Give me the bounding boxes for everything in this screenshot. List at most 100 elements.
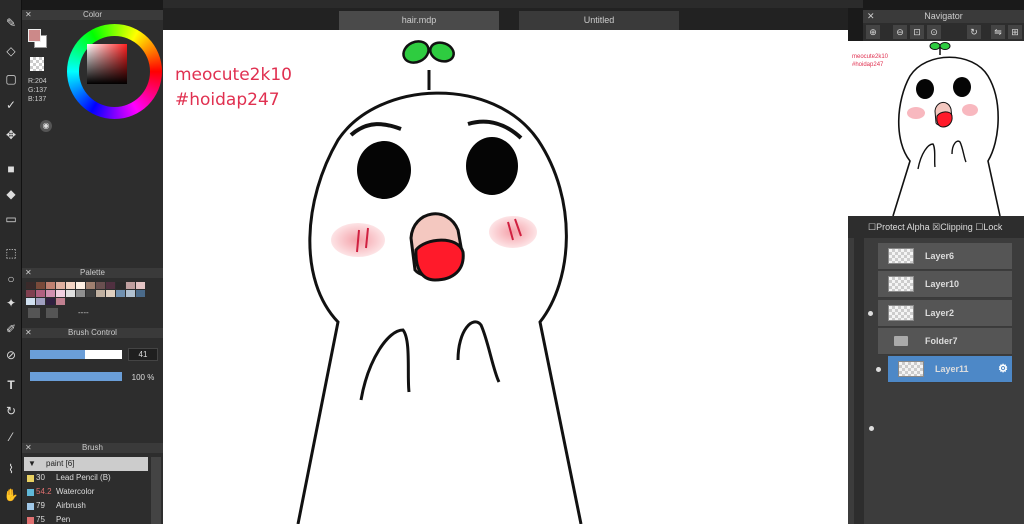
palette-swatch[interactable] [36,282,45,289]
layer-row[interactable]: Layer10 [878,271,1012,298]
fit-view-icon[interactable]: ⊡ [910,25,924,39]
gear-icon[interactable]: ⚙ [998,356,1008,383]
brush-group-row[interactable]: ▼ paint [6] [24,457,148,471]
palette-swatch[interactable] [76,290,85,297]
brush-tool-icon[interactable]: ✎ [2,14,20,32]
layer-thumbnail [898,361,924,377]
text-tool-icon[interactable]: T [2,376,20,394]
brush-item[interactable]: 75 Pen [24,513,148,524]
rect-tool-icon[interactable]: ■ [2,160,20,178]
tab-hair[interactable]: hair.mdp [339,11,499,30]
brush-color-dot [27,503,34,510]
layer-row[interactable]: Layer6 [878,243,1012,270]
reset-view-icon[interactable]: ⊞ [1008,25,1022,39]
palette-swatch[interactable] [116,290,125,297]
select-eraser-icon[interactable]: ⊘ [2,346,20,364]
palette-swatch[interactable] [26,282,35,289]
close-icon[interactable]: ✕ [867,10,875,23]
palette-icon[interactable]: ◉ [40,120,52,132]
layer-thumbnail [888,248,914,264]
foreground-color-swatch[interactable] [28,29,41,42]
smudge-tool-icon[interactable]: ⌇ [2,460,20,478]
layers-scrollbar[interactable] [854,238,864,524]
palette-swatch[interactable] [46,282,55,289]
palette-swatch[interactable] [86,290,95,297]
folder-row[interactable]: Folder7 [878,328,1012,355]
saturation-value-square[interactable] [87,44,127,84]
palette-swatch[interactable] [26,298,35,305]
palette-swatch[interactable] [46,290,55,297]
fill-tool-icon[interactable]: ◆ [2,185,20,203]
operation-tool-icon[interactable]: ↻ [2,402,20,420]
close-icon[interactable]: ✕ [25,328,32,338]
protect-alpha-checkbox[interactable]: ☐ [868,222,876,232]
drawing-canvas[interactable]: meocute2k10 #hoidap247 [163,30,848,524]
layer-row-selected[interactable]: Layer11 ⚙ [876,356,1012,383]
palette-swatch[interactable] [126,282,135,289]
delete-swatch-icon[interactable] [46,308,58,318]
eyedropper-tool-icon[interactable]: ⁄ [2,428,20,446]
hue-wheel[interactable] [67,24,162,119]
brush-color-dot [27,517,34,524]
brush-item[interactable]: 54.2 Watercolor [24,485,148,499]
navigator-preview[interactable]: meocute2k10 #hoidap247 [848,41,1024,216]
clipping-checkbox[interactable]: ☒ [932,222,940,232]
brush-size-value[interactable]: 41 [128,348,158,361]
pen-select-icon[interactable]: ✐ [2,320,20,338]
flip-icon[interactable]: ⇋ [991,25,1005,39]
lasso-tool-icon[interactable]: ○ [2,270,20,288]
palette-swatch[interactable] [76,282,85,289]
wand-tool-icon[interactable]: ✦ [2,294,20,312]
top-toolbar [163,0,863,8]
layer-row[interactable]: Layer2 [868,300,1012,327]
close-icon[interactable]: ✕ [25,10,32,20]
check-tool-icon[interactable]: ✓ [2,96,20,114]
rotate-icon[interactable]: ↻ [967,25,981,39]
palette-swatch[interactable] [106,290,115,297]
green-value: G:137 [28,87,48,94]
palette-swatch[interactable] [56,290,65,297]
add-swatch-icon[interactable] [28,308,40,318]
palette-swatch[interactable] [116,282,125,289]
brush-item[interactable]: 79 Airbrush [24,499,148,513]
palette-swatch[interactable] [106,282,115,289]
eraser-tool-icon[interactable]: ◇ [2,42,20,60]
brush-size-slider[interactable] [30,350,122,359]
tab-untitled[interactable]: Untitled [519,11,679,30]
palette-swatch[interactable] [136,290,145,297]
palette-swatch[interactable] [66,290,75,297]
palette-swatch[interactable] [66,282,75,289]
palette-swatch[interactable] [36,298,45,305]
palette-swatch[interactable] [96,282,105,289]
palette-swatch[interactable] [36,290,45,297]
palette-swatch[interactable] [46,298,55,305]
brush-item[interactable]: 30 Lead Pencil (B) [24,471,148,485]
close-icon[interactable]: ✕ [25,268,32,278]
actual-size-icon[interactable]: ⊙ [927,25,941,39]
marquee-tool-icon[interactable]: ⬚ [2,244,20,262]
color-panel-header: ✕ Color [22,10,163,20]
visibility-icon[interactable] [869,426,874,431]
move-tool-icon[interactable]: ✥ [2,126,20,144]
transparent-color-swatch[interactable] [30,57,44,71]
close-icon[interactable]: ✕ [25,443,32,453]
palette-swatch[interactable] [26,290,35,297]
palette-swatch[interactable] [136,282,145,289]
visibility-icon[interactable] [868,311,873,316]
hand-tool-icon[interactable]: ✋ [2,486,20,504]
zoom-out-icon[interactable]: ⊖ [893,25,907,39]
gradient-tool-icon[interactable]: ▭ [2,210,20,228]
palette-swatch[interactable] [126,290,135,297]
palette-swatch[interactable] [56,298,65,305]
paint-app: ✎ ◇ ▢ ✓ ✥ ■ ◆ ▭ ⬚ ○ ✦ ✐ ⊘ T ↻ ⁄ ⌇ ✋ ✕ Co… [0,0,1024,524]
navigator-toolbar: ⊕ ⊖ ⊡ ⊙ ↻ ⇋ ⊞ [863,23,1024,41]
zoom-in-icon[interactable]: ⊕ [866,25,880,39]
visibility-icon[interactable] [876,367,881,372]
palette-swatch[interactable] [96,290,105,297]
select-tool-icon[interactable]: ▢ [2,70,20,88]
palette-swatch[interactable] [56,282,65,289]
palette-swatch[interactable] [86,282,95,289]
brush-opacity-slider[interactable] [30,372,122,381]
palette-swatches[interactable] [26,282,151,305]
brush-scrollbar[interactable] [151,457,161,524]
